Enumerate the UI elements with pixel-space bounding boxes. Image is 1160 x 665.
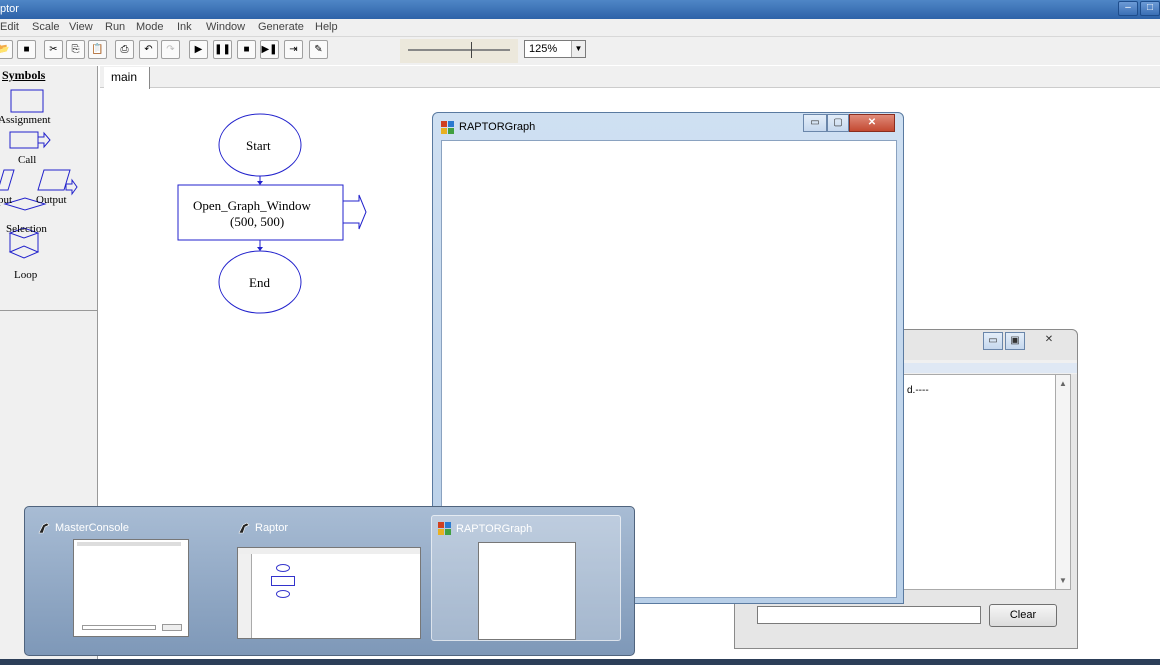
- output-symbol-icon: [37, 169, 71, 191]
- zoom-slider[interactable]: [400, 39, 518, 63]
- scroll-up-icon[interactable]: ▲: [1056, 379, 1070, 388]
- thumb-title: RAPTORGraph: [456, 523, 533, 535]
- app-icon: [438, 522, 451, 535]
- redo-icon[interactable]: ↷: [161, 40, 180, 59]
- save-icon[interactable]: ■: [17, 40, 36, 59]
- maximize-button[interactable]: ▢: [827, 114, 849, 132]
- call-label[interactable]: Open_Graph_Window: [193, 198, 311, 214]
- symbol-assignment[interactable]: Assignment: [0, 114, 51, 126]
- raptor-icon: [237, 521, 251, 535]
- symbol-output[interactable]: Output: [36, 194, 67, 206]
- menu-help[interactable]: Help: [315, 21, 338, 33]
- menu-view[interactable]: View: [69, 21, 93, 33]
- thumb-raptor-graph[interactable]: RAPTORGraph: [431, 515, 621, 641]
- menu-edit[interactable]: Edit: [0, 21, 19, 33]
- menu-mode[interactable]: Mode: [136, 21, 164, 33]
- zoom-select[interactable]: 125% ▼: [524, 40, 586, 58]
- slider-track: [408, 49, 510, 51]
- maximize-button[interactable]: □: [1140, 1, 1160, 16]
- flowchart: [177, 113, 367, 314]
- symbol-call[interactable]: Call: [18, 154, 36, 166]
- stop-icon[interactable]: ■: [237, 40, 256, 59]
- maximize-button[interactable]: ▣: [1005, 332, 1025, 350]
- window-title: ptor: [0, 3, 19, 15]
- close-button[interactable]: ✕: [849, 114, 895, 132]
- symbol-selection[interactable]: Selection: [6, 223, 47, 235]
- assignment-symbol-icon: [10, 89, 44, 113]
- console-input[interactable]: [757, 606, 981, 624]
- close-button[interactable]: ✕: [1027, 332, 1071, 350]
- call-symbol-icon: [9, 131, 39, 149]
- tab-row: [100, 66, 1160, 88]
- undo-icon[interactable]: ↶: [139, 40, 158, 59]
- cut-icon[interactable]: ✂: [44, 40, 63, 59]
- input-symbol-icon: [0, 169, 15, 191]
- paste-icon[interactable]: 📋: [88, 40, 107, 59]
- call-arrow-icon: [342, 194, 367, 230]
- symbol-loop[interactable]: Loop: [14, 269, 37, 281]
- thumb-preview: [478, 542, 576, 640]
- console-text: d.----: [907, 385, 929, 396]
- call-args[interactable]: (500, 500): [230, 214, 284, 230]
- minimize-button[interactable]: ▭: [803, 114, 827, 132]
- slider-thumb[interactable]: [471, 42, 475, 58]
- console-scrollbar[interactable]: ▲ ▼: [1055, 374, 1071, 590]
- minimize-button[interactable]: ▭: [983, 332, 1003, 350]
- pause-icon[interactable]: ❚❚: [213, 40, 232, 59]
- step-icon[interactable]: ▶❚: [260, 40, 279, 59]
- run-icon[interactable]: ▶: [189, 40, 208, 59]
- title-bar: ptor – □: [0, 0, 1160, 19]
- minimize-button[interactable]: –: [1118, 1, 1138, 16]
- raptor-icon: [37, 521, 51, 535]
- menu-run[interactable]: Run: [105, 21, 125, 33]
- symbols-header: Symbols: [2, 68, 46, 82]
- menu-generate[interactable]: Generate: [258, 21, 304, 33]
- thumb-title: MasterConsole: [55, 522, 129, 534]
- menu-bar: Edit Scale View Run Mode Ink Window Gene…: [0, 19, 1160, 37]
- end-label[interactable]: End: [249, 275, 270, 291]
- copy-icon[interactable]: ⎘: [66, 40, 85, 59]
- thumb-master-console[interactable]: MasterConsole: [31, 515, 221, 641]
- symbol-input[interactable]: put: [0, 194, 12, 206]
- panel-divider: [0, 310, 98, 311]
- taskbar: [0, 659, 1160, 665]
- scroll-down-icon[interactable]: ▼: [1056, 576, 1070, 585]
- thumb-preview: [73, 539, 189, 637]
- thumb-preview: [237, 547, 421, 639]
- menu-window[interactable]: Window: [206, 21, 245, 33]
- menu-ink[interactable]: Ink: [177, 21, 192, 33]
- menu-scale[interactable]: Scale: [32, 21, 60, 33]
- clear-button[interactable]: Clear: [989, 604, 1057, 627]
- tab-main[interactable]: main: [104, 67, 150, 89]
- zoom-value: 125%: [529, 43, 558, 55]
- taskbar-preview-popup: MasterConsole Raptor RAPTORGraph: [24, 506, 635, 656]
- thumb-raptor[interactable]: Raptor: [231, 515, 421, 641]
- thumb-title: Raptor: [255, 522, 289, 534]
- app-icon: [441, 121, 454, 134]
- graph-window-title: RAPTORGraph: [459, 121, 536, 133]
- test-icon[interactable]: ⇥: [284, 40, 303, 59]
- chevron-down-icon[interactable]: ▼: [571, 41, 585, 57]
- start-label[interactable]: Start: [246, 138, 271, 154]
- print-icon[interactable]: ⎙: [115, 40, 134, 59]
- open-icon[interactable]: 📂: [0, 40, 13, 59]
- pen-icon[interactable]: ✎: [309, 40, 328, 59]
